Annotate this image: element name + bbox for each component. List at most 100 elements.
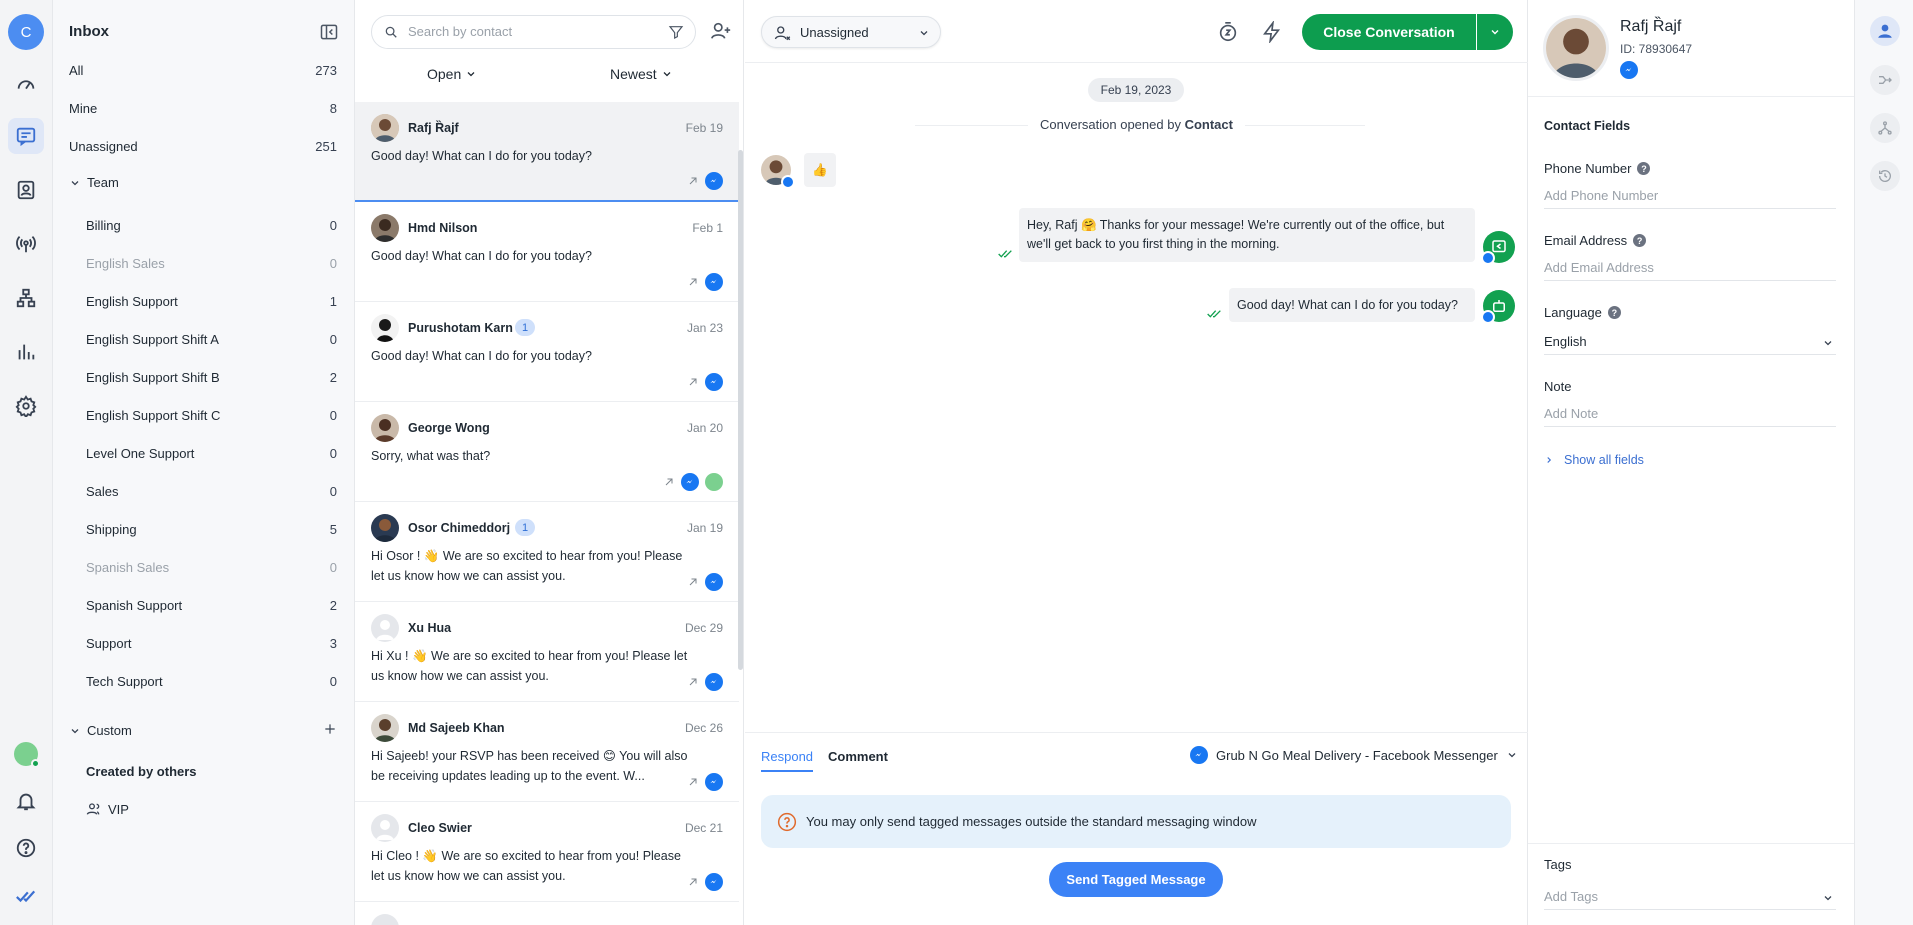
filter-icon[interactable] <box>668 24 684 40</box>
help-icon[interactable]: ? <box>1633 234 1647 247</box>
snooze-icon[interactable] <box>1217 21 1239 43</box>
team-group-toggle[interactable]: Team <box>69 175 119 190</box>
team-item-english-support[interactable]: English Support 1 <box>53 282 355 320</box>
conversation-item[interactable]: Purushotam Karn 1 Jan 23 Good day! What … <box>355 302 739 402</box>
chat-header: Unassigned Close Conversation <box>745 0 1528 63</box>
messenger-icon <box>681 473 699 491</box>
conversation-item-partial[interactable] <box>355 902 739 925</box>
chevron-right-icon <box>1547 457 1552 463</box>
outgoing-arrow-icon <box>665 478 673 486</box>
team-item-english-support-shift-b[interactable]: English Support Shift B2 <box>53 358 355 396</box>
messenger-icon <box>705 172 723 190</box>
search-box[interactable] <box>371 15 696 49</box>
channel-selector[interactable]: Grub N Go Meal Delivery - Facebook Messe… <box>1190 746 1518 764</box>
help-icon[interactable]: ? <box>1637 162 1651 175</box>
custom-group-toggle[interactable]: Custom <box>69 723 132 738</box>
help-icon[interactable]: ? <box>1607 306 1621 319</box>
note-field[interactable]: Add Note <box>1544 401 1836 427</box>
contact-avatar <box>371 514 399 542</box>
outgoing-arrow-icon <box>689 678 697 686</box>
collapse-panel-icon[interactable] <box>319 22 339 42</box>
email-address-label: Email Address? <box>1544 233 1647 248</box>
shortcuts-lightning-icon[interactable] <box>1261 21 1283 43</box>
close-options-dropdown[interactable] <box>1477 14 1513 50</box>
inbox-panel: Inbox All 273 Mine 8 Unassigned 251 Team… <box>53 0 355 925</box>
conversation-item[interactable]: Hmd Nilson Feb 1 Good day! What can I do… <box>355 202 739 302</box>
merge-icon[interactable] <box>1870 65 1900 95</box>
outgoing-arrow-icon <box>689 578 697 586</box>
team-item-sales[interactable]: Sales 0 <box>53 472 355 510</box>
conversation-item[interactable]: Rafj Ȑajf Feb 19 Good day! What can I do… <box>355 102 739 202</box>
list-scrollbar[interactable] <box>738 150 743 670</box>
settings-icon[interactable] <box>8 388 44 424</box>
team-item-shipping[interactable]: Shipping 5 <box>53 510 355 548</box>
read-receipt-icon <box>998 250 1012 258</box>
outgoing-message: Hey, Rafj 🤗 Thanks for your message! We'… <box>1019 208 1475 262</box>
phone-number-field[interactable]: Add Phone Number <box>1544 183 1836 209</box>
messenger-icon[interactable] <box>1620 61 1638 79</box>
messenger-icon <box>1481 310 1495 324</box>
team-item-english-support-shift-a[interactable]: English Support Shift A0 <box>53 320 355 358</box>
contact-profile-icon[interactable] <box>1870 16 1900 46</box>
messenger-icon <box>705 373 723 391</box>
conversation-item[interactable]: Osor Chimeddorj 1 Jan 19 Hi Osor ! 👋 We … <box>355 502 739 602</box>
team-item-billing[interactable]: Billing 0 <box>53 206 355 244</box>
contacts-icon[interactable] <box>8 172 44 208</box>
conversation-item[interactable]: Cleo Swier Dec 21 Hi Cleo ! 👋 We are so … <box>355 802 739 902</box>
inbox-item-unassigned[interactable]: Unassigned 251 <box>53 127 355 165</box>
contact-name: Rafj Ȑajf <box>1620 18 1682 35</box>
team-item-spanish-sales[interactable]: Spanish Sales 0 <box>53 548 355 586</box>
outgoing-message: Good day! What can I do for you today? <box>1229 288 1475 322</box>
inbox-item-mine[interactable]: Mine 8 <box>53 89 355 127</box>
assignee-dropdown[interactable]: Unassigned <box>761 16 941 48</box>
broadcast-icon[interactable] <box>8 226 44 262</box>
reports-icon[interactable] <box>8 334 44 370</box>
messenger-icon <box>705 773 723 791</box>
unread-badge: 1 <box>515 519 535 536</box>
team-item-spanish-support[interactable]: Spanish Support 2 <box>53 586 355 624</box>
conversation-item[interactable]: George Wong Jan 20 Sorry, what was that? <box>355 402 739 502</box>
team-item-support[interactable]: Support 3 <box>53 624 355 662</box>
inbox-item-all[interactable]: All 273 <box>53 51 355 89</box>
email-address-field[interactable]: Add Email Address <box>1544 255 1836 281</box>
divider <box>1528 96 1854 97</box>
conversation-opened-notice: Conversation opened by Contact <box>745 117 1528 132</box>
tab-comment[interactable]: Comment <box>828 749 888 764</box>
team-item-tech-support[interactable]: Tech Support 0 <box>53 662 355 700</box>
sort-filter-dropdown[interactable]: Newest <box>610 66 673 82</box>
add-contact-icon[interactable] <box>710 20 732 42</box>
team-item-english-support-shift-c[interactable]: English Support Shift C0 <box>53 396 355 434</box>
close-conversation-button[interactable]: Close Conversation <box>1302 14 1476 50</box>
user-status-avatar[interactable] <box>8 736 44 772</box>
messenger-icon <box>705 573 723 591</box>
add-custom-view-icon[interactable] <box>323 722 337 736</box>
status-filter-dropdown[interactable]: Open <box>427 66 477 82</box>
history-icon[interactable] <box>1870 161 1900 191</box>
inbox-title: Inbox <box>69 23 109 40</box>
contact-details-panel: Rafj Ȑajf ID: 78930647 Contact Fields Ph… <box>1528 0 1854 925</box>
workspace-avatar[interactable]: C <box>8 14 44 50</box>
bell-icon[interactable] <box>8 783 44 819</box>
contact-avatar <box>371 914 399 925</box>
conversation-item[interactable]: Xu Hua Dec 29 Hi Xu ! 👋 We are so excite… <box>355 602 739 702</box>
show-all-fields-link[interactable]: Show all fields <box>1544 453 1644 467</box>
brand-check-icon <box>8 878 44 914</box>
workflows-icon[interactable] <box>8 280 44 316</box>
dashboard-icon[interactable] <box>8 66 44 102</box>
custom-item-vip[interactable]: VIP <box>53 790 355 828</box>
messenger-icon <box>705 273 723 291</box>
tab-respond[interactable]: Respond <box>761 749 814 772</box>
language-label: Language? <box>1544 305 1621 320</box>
search-input[interactable] <box>408 24 648 39</box>
send-tagged-message-button[interactable]: Send Tagged Message <box>1049 862 1223 897</box>
conversation-item[interactable]: Md Sajeeb Khan Dec 26 Hi Sajeeb! your RS… <box>355 702 739 802</box>
team-item-english-sales[interactable]: English Sales 0 <box>53 244 355 282</box>
phone-number-label: Phone Number? <box>1544 161 1651 176</box>
chevron-down-icon <box>1824 341 1832 346</box>
language-select[interactable]: English <box>1544 329 1836 355</box>
help-icon[interactable] <box>8 830 44 866</box>
workflow-icon[interactable] <box>1870 113 1900 143</box>
tags-select[interactable]: Add Tags <box>1544 884 1836 910</box>
conversations-icon[interactable] <box>8 118 44 154</box>
team-item-level-one-support[interactable]: Level One Support 0 <box>53 434 355 472</box>
